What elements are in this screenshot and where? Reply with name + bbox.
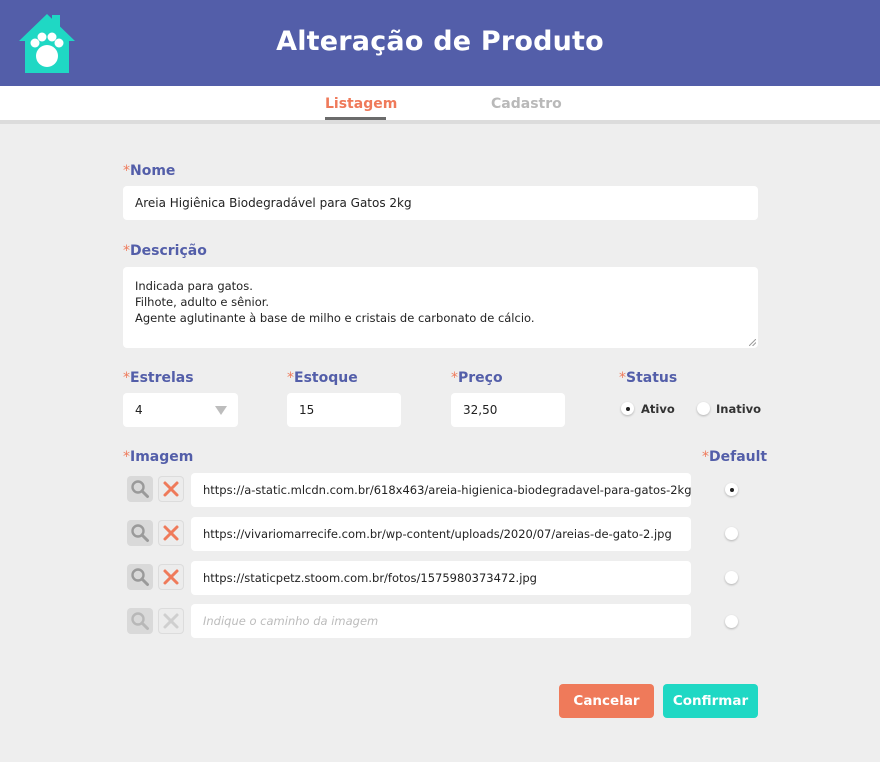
descricao-label: *Descrição — [123, 243, 207, 259]
resize-handle-icon[interactable] — [749, 339, 756, 346]
remove-image-button[interactable] — [158, 608, 184, 634]
confirm-button[interactable]: Confirmar — [663, 684, 758, 718]
image-url-input[interactable]: https://vivariomarrecife.com.br/wp-conte… — [191, 517, 691, 551]
search-image-button[interactable] — [127, 608, 153, 634]
estrelas-label: *Estrelas — [123, 370, 194, 386]
default-image-radio[interactable] — [725, 615, 738, 628]
remove-image-button[interactable] — [158, 564, 184, 590]
descricao-line: Indicada para gatos. — [135, 279, 253, 293]
page-title: Alteração de Produto — [276, 26, 604, 57]
search-image-button[interactable] — [127, 476, 153, 502]
image-url-input[interactable]: Indique o caminho da imagem — [191, 604, 691, 638]
default-image-radio[interactable] — [725, 483, 738, 496]
search-image-button[interactable] — [127, 564, 153, 590]
preco-label: *Preço — [451, 370, 503, 386]
status-ativo-label[interactable]: Ativo — [641, 402, 675, 416]
search-icon — [131, 568, 149, 586]
close-icon — [163, 569, 179, 585]
tab-bar: Listagem Cadastro — [0, 86, 880, 124]
estoque-input[interactable]: 15 — [287, 393, 401, 427]
status-inativo-radio[interactable] — [697, 402, 710, 415]
search-icon — [131, 480, 149, 498]
descricao-line: Filhote, adulto e sênior. — [135, 295, 270, 309]
status-inativo-label[interactable]: Inativo — [716, 402, 761, 416]
search-icon — [131, 612, 149, 630]
active-tab-indicator — [325, 117, 386, 120]
chevron-down-icon — [215, 406, 227, 415]
image-url-input[interactable]: https://a-static.mlcdn.com.br/618x463/ar… — [191, 473, 691, 507]
radio-selected-dot — [729, 487, 734, 492]
tab-cadastro[interactable]: Cadastro — [491, 96, 562, 112]
radio-selected-dot — [625, 406, 630, 411]
status-ativo-radio[interactable] — [621, 402, 634, 415]
imagem-label: *Imagem — [123, 449, 194, 465]
descricao-textarea[interactable]: Indicada para gatos. Filhote, adulto e s… — [123, 267, 758, 348]
required-mark: * — [123, 163, 130, 179]
remove-image-button[interactable] — [158, 476, 184, 502]
default-label: *Default — [702, 449, 768, 465]
search-image-button[interactable] — [127, 520, 153, 546]
descricao-line: Agente aglutinante à base de milho e cri… — [135, 311, 535, 325]
app-header: Alteração de Produto — [0, 0, 880, 86]
close-icon — [163, 525, 179, 541]
search-icon — [131, 524, 149, 542]
estoque-label: *Estoque — [287, 370, 358, 386]
nome-label: *Nome — [123, 163, 176, 179]
cancel-button[interactable]: Cancelar — [559, 684, 654, 718]
nome-input[interactable]: Areia Higiênica Biodegradável para Gatos… — [123, 186, 758, 220]
tab-listagem[interactable]: Listagem — [325, 96, 397, 112]
close-icon — [163, 481, 179, 497]
remove-image-button[interactable] — [158, 520, 184, 546]
default-image-radio[interactable] — [725, 527, 738, 540]
preco-input[interactable]: 32,50 — [451, 393, 565, 427]
close-icon — [163, 613, 179, 629]
status-label: *Status — [619, 370, 678, 386]
default-image-radio[interactable] — [725, 571, 738, 584]
image-url-input[interactable]: https://staticpetz.stoom.com.br/fotos/15… — [191, 561, 691, 595]
